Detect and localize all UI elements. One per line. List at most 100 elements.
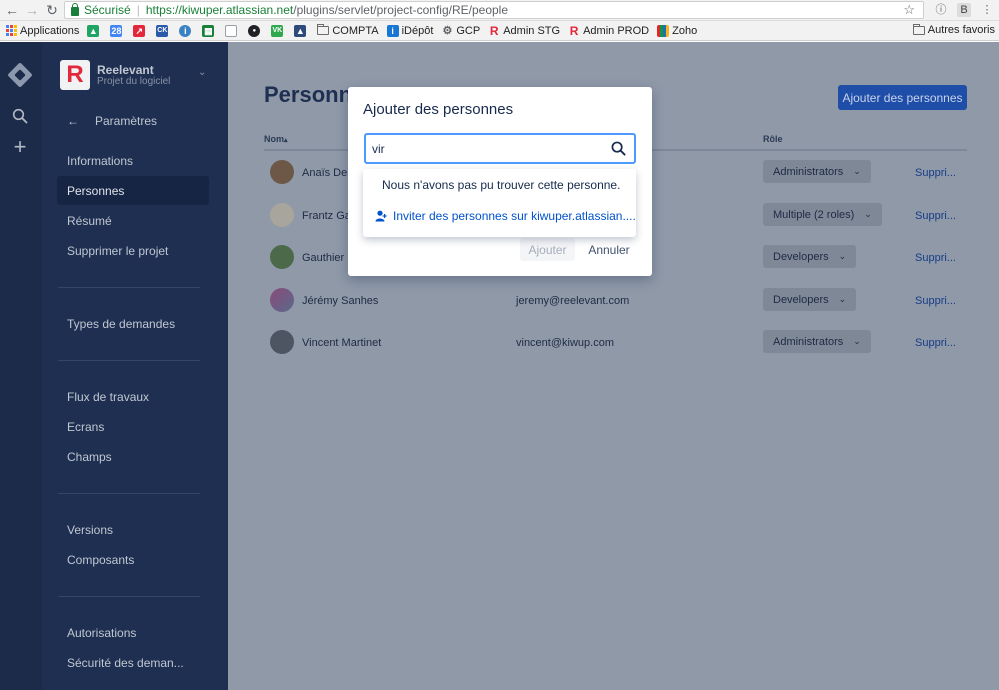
sidebar-item-composants[interactable]: Composants (57, 545, 209, 574)
bookmark-vk[interactable]: VK (271, 24, 286, 37)
search-icon[interactable] (611, 141, 626, 156)
reload-icon[interactable]: ↻ (44, 2, 60, 18)
sidebar-divider (58, 287, 200, 288)
invite-label: Inviter des personnes sur kiwuper.atlass… (393, 209, 636, 223)
bookmark-admin-prod[interactable]: R Admin PROD (568, 25, 649, 37)
role-select[interactable]: Administrators ⌄ (763, 160, 871, 183)
bookmark-idepot[interactable]: i iDépôt (386, 24, 433, 37)
circle-icon: ● (248, 24, 261, 37)
avatar (270, 245, 294, 269)
sheet-icon: ▦ (202, 24, 215, 37)
bookmark-compta[interactable]: COMPTA (317, 24, 379, 37)
bookmark-zoho[interactable]: Zoho (657, 24, 697, 37)
dialog-title: Ajouter des personnes (363, 101, 514, 118)
url-path: /plugins/servlet/project-config/RE/peopl… (293, 3, 509, 17)
project-avatar[interactable]: R (60, 60, 90, 90)
chevron-down-icon[interactable]: ⌄ (198, 67, 206, 78)
settings-label: Paramètres (95, 114, 158, 128)
sort-arrow-icon: ▴ (284, 137, 288, 144)
sidebar-item-ecrans[interactable]: Ecrans (57, 412, 209, 441)
bookmark-label: Admin STG (503, 24, 561, 37)
back-arrow-icon[interactable]: ← (4, 2, 20, 18)
role-select[interactable]: Administrators ⌄ (763, 330, 871, 353)
jira-logo-icon[interactable] (7, 62, 33, 88)
sidebar-item-supprimer-projet[interactable]: Supprimer le projet (57, 236, 209, 265)
bookmark-arrow[interactable]: ↗ (133, 24, 148, 37)
bookmark-circle[interactable]: ● (248, 24, 263, 37)
info-circle-icon[interactable]: ⓘ (934, 3, 948, 17)
sidebar-item-champs[interactable]: Champs (57, 442, 209, 471)
bookmark-sheet[interactable]: ▦ (202, 24, 217, 37)
zoho-icon (657, 24, 670, 37)
row-name: Jérémy Sanhes (302, 295, 379, 307)
back-to-settings[interactable]: ← Paramètres (67, 114, 157, 128)
sidebar-divider (58, 360, 200, 361)
column-header-role: Rôle (763, 134, 783, 144)
sidebar-item-securite-demandes[interactable]: Sécurité des deman... (57, 648, 209, 677)
bookmark-admin-stg[interactable]: R Admin STG (488, 25, 560, 37)
sidebar-item-autorisations[interactable]: Autorisations (57, 618, 209, 647)
role-label: Developers (773, 293, 829, 306)
row-email: jeremy@reelevant.com (516, 295, 630, 307)
cancel-button[interactable]: Annuler (584, 238, 634, 261)
bookmarks-bar: Applications ▲ 28 ↗ CK i ▦ ● VK ▲ COMPTA… (0, 21, 999, 41)
url-separator: | (136, 3, 140, 17)
project-avatar-letter: R (66, 61, 84, 88)
remove-link[interactable]: Suppri... (915, 252, 956, 264)
remove-link[interactable]: Suppri... (915, 337, 956, 349)
role-select[interactable]: Developers ⌄ (763, 288, 857, 311)
role-select[interactable]: Developers ⌄ (763, 245, 857, 268)
other-favorites-label: Autres favoris (927, 24, 995, 36)
project-sidebar: R Reelevant Projet du logiciel ⌄ ← Param… (42, 42, 228, 690)
sidebar-item-informations[interactable]: Informations (57, 146, 209, 175)
bookmark-info[interactable]: i (179, 24, 194, 37)
column-header-name[interactable]: Nom▴ (264, 134, 288, 144)
people-search-field[interactable] (364, 133, 636, 164)
sidebar-item-personnes[interactable]: Personnes (57, 176, 209, 205)
avatar (270, 160, 294, 184)
bookmark-applications[interactable]: Applications (20, 25, 79, 37)
gear-icon: ⚙ (442, 24, 453, 37)
role-select[interactable]: Multiple (2 roles) ⌄ (763, 203, 882, 226)
menu-dots-icon[interactable]: ⋮ (980, 3, 994, 17)
remove-link[interactable]: Suppri... (915, 295, 956, 307)
add-button[interactable]: Ajouter (520, 238, 575, 261)
avatar (270, 330, 294, 354)
remove-link[interactable]: Suppri... (915, 210, 956, 222)
add-people-button[interactable]: Ajouter des personnes (838, 85, 967, 110)
chevron-down-icon: ⌄ (853, 336, 861, 346)
project-name[interactable]: Reelevant (97, 63, 154, 77)
extension-icon[interactable]: B (957, 3, 971, 17)
folder-icon (317, 24, 330, 35)
bookmark-mountain[interactable]: ▲ (294, 24, 309, 37)
sidebar-item-flux-travaux[interactable]: Flux de travaux (57, 382, 209, 411)
bookmark-gcp[interactable]: ⚙ GCP (441, 25, 480, 37)
other-favorites[interactable]: Autres favoris (912, 23, 995, 36)
vk-icon: VK (271, 24, 284, 37)
bookmark-drive[interactable]: ▲ (87, 24, 102, 37)
sidebar-item-versions[interactable]: Versions (57, 515, 209, 544)
create-plus-icon[interactable]: + (11, 136, 29, 158)
apps-icon[interactable] (6, 25, 17, 36)
address-bar[interactable]: Sécurisé | https://kiwuper.atlassian.net… (64, 1, 924, 19)
remove-link[interactable]: Suppri... (915, 167, 956, 179)
search-results-dropdown: Nous n'avons pas pu trouver cette person… (363, 169, 636, 237)
bookmark-doc[interactable] (225, 24, 240, 37)
bookmark-star-icon[interactable]: ☆ (903, 2, 915, 18)
invite-people-option[interactable]: Inviter des personnes sur kiwuper.atlass… (375, 209, 636, 223)
no-result-message: Nous n'avons pas pu trouver cette person… (382, 178, 621, 192)
calendar-icon: 28 (110, 24, 123, 37)
search-icon[interactable] (11, 108, 29, 126)
sidebar-item-types-demandes[interactable]: Types de demandes (57, 309, 209, 338)
people-search-input[interactable] (372, 141, 597, 156)
row-name: Vincent Martinet (302, 337, 382, 349)
forward-arrow-icon[interactable]: → (24, 2, 40, 18)
folder-icon (912, 23, 925, 35)
column-name-label: Nom (264, 134, 284, 144)
bookmark-label: COMPTA (332, 24, 379, 37)
bookmark-calendar[interactable]: 28 (110, 24, 125, 37)
avatar (270, 288, 294, 312)
doc-icon (225, 24, 238, 37)
bookmark-ck[interactable]: CK (156, 24, 171, 37)
sidebar-item-resume[interactable]: Résumé (57, 206, 209, 235)
